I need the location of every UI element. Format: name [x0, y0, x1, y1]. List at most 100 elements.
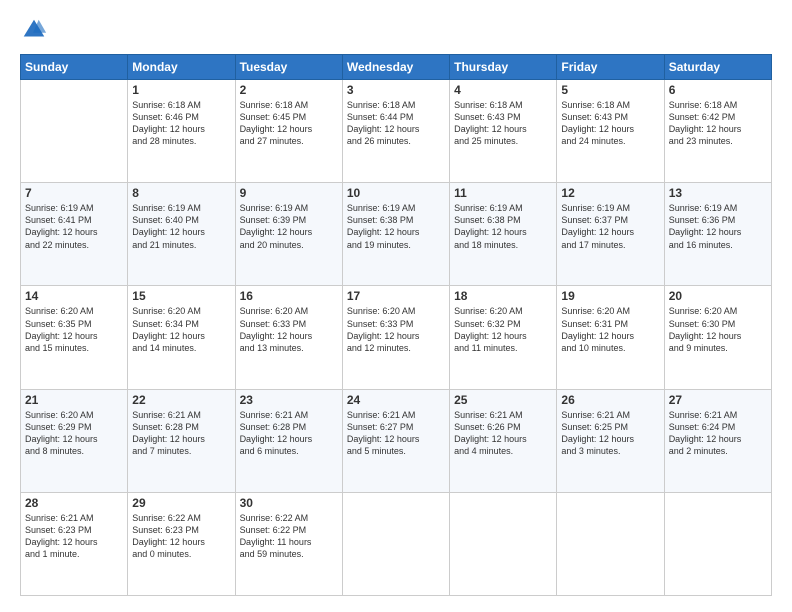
- calendar-cell: 2 Sunrise: 6:18 AM Sunset: 6:45 PM Daylig…: [235, 80, 342, 183]
- day-info: Sunrise: 6:21 AM Sunset: 6:23 PM Dayligh…: [25, 512, 123, 561]
- calendar-week-row: 28 Sunrise: 6:21 AM Sunset: 6:23 PM Dayli…: [21, 492, 772, 595]
- day-number: 13: [669, 186, 767, 200]
- calendar-cell: [21, 80, 128, 183]
- day-info: Sunrise: 6:18 AM Sunset: 6:42 PM Dayligh…: [669, 99, 767, 148]
- day-number: 9: [240, 186, 338, 200]
- calendar-cell: 6 Sunrise: 6:18 AM Sunset: 6:42 PM Daylig…: [664, 80, 771, 183]
- day-info: Sunrise: 6:19 AM Sunset: 6:37 PM Dayligh…: [561, 202, 659, 251]
- day-info: Sunrise: 6:18 AM Sunset: 6:45 PM Dayligh…: [240, 99, 338, 148]
- logo: [20, 16, 52, 44]
- weekday-header: Thursday: [450, 55, 557, 80]
- calendar-cell: 15Sunrise: 6:20 AM Sunset: 6:34 PM Dayli…: [128, 286, 235, 389]
- day-number: 23: [240, 393, 338, 407]
- day-number: 17: [347, 289, 445, 303]
- calendar-cell: [557, 492, 664, 595]
- day-number: 7: [25, 186, 123, 200]
- calendar-cell: [342, 492, 449, 595]
- day-info: Sunrise: 6:18 AM Sunset: 6:46 PM Dayligh…: [132, 99, 230, 148]
- day-number: 4: [454, 83, 552, 97]
- calendar-cell: 17 Sunrise: 6:20 AM Sunset: 6:33 PM Dayli…: [342, 286, 449, 389]
- calendar-cell: 22 Sunrise: 6:21 AM Sunset: 6:28 PM Dayli…: [128, 389, 235, 492]
- day-info: Sunrise: 6:19 AM Sunset: 6:39 PM Dayligh…: [240, 202, 338, 251]
- calendar-cell: 26 Sunrise: 6:21 AM Sunset: 6:25 PM Dayli…: [557, 389, 664, 492]
- day-number: 16: [240, 289, 338, 303]
- page: SundayMondayTuesdayWednesdayThursdayFrid…: [0, 0, 792, 612]
- day-number: 22: [132, 393, 230, 407]
- calendar-cell: 3 Sunrise: 6:18 AM Sunset: 6:44 PM Daylig…: [342, 80, 449, 183]
- weekday-header: Tuesday: [235, 55, 342, 80]
- calendar-cell: 30Sunrise: 6:22 AM Sunset: 6:22 PM Dayli…: [235, 492, 342, 595]
- day-info: Sunrise: 6:18 AM Sunset: 6:43 PM Dayligh…: [561, 99, 659, 148]
- day-info: Sunrise: 6:20 AM Sunset: 6:31 PM Dayligh…: [561, 305, 659, 354]
- calendar-week-row: 1Sunrise: 6:18 AM Sunset: 6:46 PM Daylig…: [21, 80, 772, 183]
- day-info: Sunrise: 6:21 AM Sunset: 6:28 PM Dayligh…: [132, 409, 230, 458]
- day-info: Sunrise: 6:20 AM Sunset: 6:30 PM Dayligh…: [669, 305, 767, 354]
- day-info: Sunrise: 6:21 AM Sunset: 6:25 PM Dayligh…: [561, 409, 659, 458]
- calendar-cell: 29 Sunrise: 6:22 AM Sunset: 6:23 PM Dayli…: [128, 492, 235, 595]
- calendar-week-row: 14Sunrise: 6:20 AM Sunset: 6:35 PM Dayli…: [21, 286, 772, 389]
- day-info: Sunrise: 6:20 AM Sunset: 6:33 PM Dayligh…: [347, 305, 445, 354]
- day-number: 12: [561, 186, 659, 200]
- day-number: 26: [561, 393, 659, 407]
- logo-icon: [20, 16, 48, 44]
- calendar-cell: 25 Sunrise: 6:21 AM Sunset: 6:26 PM Dayli…: [450, 389, 557, 492]
- day-info: Sunrise: 6:19 AM Sunset: 6:41 PM Dayligh…: [25, 202, 123, 251]
- calendar-cell: 16Sunrise: 6:20 AM Sunset: 6:33 PM Dayli…: [235, 286, 342, 389]
- day-info: Sunrise: 6:19 AM Sunset: 6:36 PM Dayligh…: [669, 202, 767, 251]
- calendar-cell: [664, 492, 771, 595]
- weekday-header: Wednesday: [342, 55, 449, 80]
- day-info: Sunrise: 6:19 AM Sunset: 6:40 PM Dayligh…: [132, 202, 230, 251]
- calendar-cell: 13 Sunrise: 6:19 AM Sunset: 6:36 PM Dayli…: [664, 183, 771, 286]
- calendar-cell: 9 Sunrise: 6:19 AM Sunset: 6:39 PM Daylig…: [235, 183, 342, 286]
- calendar-cell: 12 Sunrise: 6:19 AM Sunset: 6:37 PM Dayli…: [557, 183, 664, 286]
- day-number: 8: [132, 186, 230, 200]
- calendar-cell: 4 Sunrise: 6:18 AM Sunset: 6:43 PM Daylig…: [450, 80, 557, 183]
- day-info: Sunrise: 6:21 AM Sunset: 6:26 PM Dayligh…: [454, 409, 552, 458]
- day-info: Sunrise: 6:18 AM Sunset: 6:44 PM Dayligh…: [347, 99, 445, 148]
- calendar-cell: 18 Sunrise: 6:20 AM Sunset: 6:32 PM Dayli…: [450, 286, 557, 389]
- weekday-header: Sunday: [21, 55, 128, 80]
- calendar-cell: 1Sunrise: 6:18 AM Sunset: 6:46 PM Daylig…: [128, 80, 235, 183]
- day-info: Sunrise: 6:20 AM Sunset: 6:32 PM Dayligh…: [454, 305, 552, 354]
- calendar-cell: 8 Sunrise: 6:19 AM Sunset: 6:40 PM Daylig…: [128, 183, 235, 286]
- day-info: Sunrise: 6:21 AM Sunset: 6:24 PM Dayligh…: [669, 409, 767, 458]
- day-info: Sunrise: 6:22 AM Sunset: 6:22 PM Dayligh…: [240, 512, 338, 561]
- calendar-cell: 20 Sunrise: 6:20 AM Sunset: 6:30 PM Dayli…: [664, 286, 771, 389]
- calendar-cell: 7 Sunrise: 6:19 AM Sunset: 6:41 PM Daylig…: [21, 183, 128, 286]
- day-number: 18: [454, 289, 552, 303]
- calendar-cell: 24Sunrise: 6:21 AM Sunset: 6:27 PM Dayli…: [342, 389, 449, 492]
- calendar-cell: 23 Sunrise: 6:21 AM Sunset: 6:28 PM Dayli…: [235, 389, 342, 492]
- day-number: 24: [347, 393, 445, 407]
- day-info: Sunrise: 6:20 AM Sunset: 6:29 PM Dayligh…: [25, 409, 123, 458]
- weekday-header: Monday: [128, 55, 235, 80]
- calendar-cell: 10 Sunrise: 6:19 AM Sunset: 6:38 PM Dayli…: [342, 183, 449, 286]
- day-info: Sunrise: 6:18 AM Sunset: 6:43 PM Dayligh…: [454, 99, 552, 148]
- calendar-cell: 27Sunrise: 6:21 AM Sunset: 6:24 PM Dayli…: [664, 389, 771, 492]
- weekday-header: Friday: [557, 55, 664, 80]
- calendar-week-row: 7 Sunrise: 6:19 AM Sunset: 6:41 PM Daylig…: [21, 183, 772, 286]
- day-number: 28: [25, 496, 123, 510]
- day-number: 5: [561, 83, 659, 97]
- calendar-cell: 5 Sunrise: 6:18 AM Sunset: 6:43 PM Daylig…: [557, 80, 664, 183]
- day-number: 6: [669, 83, 767, 97]
- day-number: 20: [669, 289, 767, 303]
- day-number: 2: [240, 83, 338, 97]
- calendar-cell: 11Sunrise: 6:19 AM Sunset: 6:38 PM Dayli…: [450, 183, 557, 286]
- weekday-header: Saturday: [664, 55, 771, 80]
- calendar-cell: 21 Sunrise: 6:20 AM Sunset: 6:29 PM Dayli…: [21, 389, 128, 492]
- day-info: Sunrise: 6:20 AM Sunset: 6:35 PM Dayligh…: [25, 305, 123, 354]
- day-info: Sunrise: 6:19 AM Sunset: 6:38 PM Dayligh…: [347, 202, 445, 251]
- day-info: Sunrise: 6:21 AM Sunset: 6:28 PM Dayligh…: [240, 409, 338, 458]
- day-number: 25: [454, 393, 552, 407]
- calendar-cell: 14Sunrise: 6:20 AM Sunset: 6:35 PM Dayli…: [21, 286, 128, 389]
- day-number: 3: [347, 83, 445, 97]
- day-number: 21: [25, 393, 123, 407]
- calendar-cell: [450, 492, 557, 595]
- day-info: Sunrise: 6:22 AM Sunset: 6:23 PM Dayligh…: [132, 512, 230, 561]
- day-number: 29: [132, 496, 230, 510]
- calendar-week-row: 21 Sunrise: 6:20 AM Sunset: 6:29 PM Dayli…: [21, 389, 772, 492]
- header: [20, 16, 772, 44]
- calendar-header-row: SundayMondayTuesdayWednesdayThursdayFrid…: [21, 55, 772, 80]
- day-info: Sunrise: 6:20 AM Sunset: 6:34 PM Dayligh…: [132, 305, 230, 354]
- day-number: 10: [347, 186, 445, 200]
